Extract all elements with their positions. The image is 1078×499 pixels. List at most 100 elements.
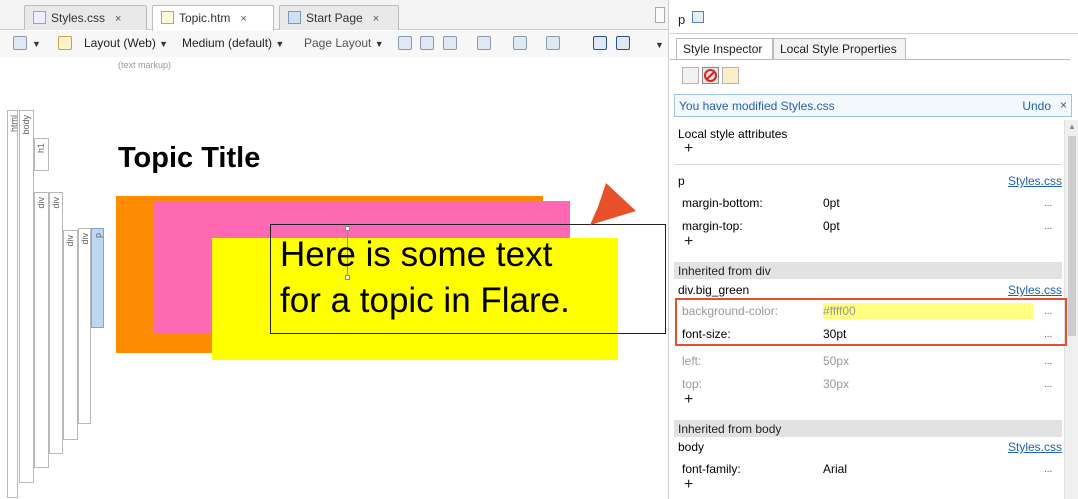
tabs-divider — [670, 59, 1070, 60]
structure-bar-div[interactable]: div — [63, 230, 78, 440]
prop-more-button[interactable]: ... — [1044, 198, 1052, 209]
prop-value[interactable]: Arial — [823, 462, 847, 476]
prop-more-button[interactable]: ... — [1044, 379, 1052, 390]
add-local-style-button[interactable]: + — [684, 140, 693, 158]
layout-icon[interactable] — [58, 36, 72, 50]
toolbar-button-7[interactable] — [593, 36, 607, 50]
divider — [674, 164, 1062, 165]
toolbar-button-6[interactable] — [546, 36, 560, 50]
structure-bar-label: div — [80, 233, 90, 245]
tab-style-inspector[interactable]: Style Inspector — [676, 38, 773, 60]
toolbar-button-2[interactable] — [420, 36, 434, 50]
start-page-icon — [288, 11, 301, 24]
structure-bar-html[interactable]: html — [7, 110, 19, 498]
tab-htm-icon — [161, 11, 174, 24]
prop-name: margin-bottom: — [682, 196, 763, 210]
close-icon[interactable]: × — [373, 13, 379, 25]
prop-more-button[interactable]: ... — [1044, 329, 1052, 340]
document-tab-bar: Styles.css × Topic.htm × Start Page × — [0, 0, 668, 31]
toolbar-button-1[interactable] — [398, 36, 412, 50]
toolbar-overflow[interactable]: ▼ — [655, 40, 664, 50]
structure-bar-body[interactable]: body — [19, 110, 34, 483]
toolbar-button-4[interactable] — [477, 36, 491, 50]
paragraph-line: Here is some text — [280, 235, 553, 274]
prop-more-button[interactable]: ... — [1044, 221, 1052, 232]
edit-style-icon[interactable] — [722, 67, 739, 84]
scroll-thumb[interactable] — [1068, 136, 1076, 336]
structure-bar-div[interactable]: div — [78, 228, 91, 424]
page-layout-label: Page Layout — [304, 36, 372, 50]
tab-list-dropdown[interactable] — [655, 7, 665, 23]
close-icon[interactable]: × — [115, 13, 121, 25]
close-icon[interactable]: × — [240, 13, 246, 25]
prop-value[interactable]: 0pt — [823, 196, 840, 210]
tab-label: Topic.htm — [179, 11, 231, 25]
page-layout-dropdown[interactable]: Page Layout ▼ — [304, 36, 384, 50]
topic-editor: Styles.css × Topic.htm × Start Page × ▼ Lay… — [0, 0, 669, 499]
layout-dropdown[interactable]: Layout (Web) ▼ — [84, 36, 168, 50]
topic-title[interactable]: Topic Title — [118, 142, 260, 175]
structure-bar-label: body — [21, 115, 31, 135]
add-property-button[interactable]: + — [684, 391, 693, 409]
structure-bar-div[interactable]: div — [34, 192, 49, 468]
tab-styles-css[interactable]: Styles.css × — [24, 5, 147, 30]
toolbar-button-8[interactable] — [616, 36, 630, 50]
style-inspector-panel: p Style Inspector Local Style Properties… — [670, 0, 1078, 499]
layout-label: Layout (Web) — [84, 36, 156, 50]
add-property-button[interactable]: + — [684, 233, 693, 251]
structure-bar-h1[interactable]: h1 — [34, 138, 49, 171]
flare-arrow-icon — [590, 183, 636, 225]
prop-value[interactable]: #ffff00 — [823, 304, 856, 318]
prop-name: font-family: — [682, 462, 741, 476]
prop-value[interactable]: 50px — [823, 354, 849, 368]
rule-selector-body: body — [678, 440, 705, 454]
toolbar-button-5[interactable] — [513, 36, 527, 50]
structure-bar-label: h1 — [36, 143, 46, 154]
scroll-up-icon[interactable]: ▲ — [1068, 122, 1076, 131]
tab-local-style-properties[interactable]: Local Style Properties — [773, 38, 906, 60]
styles-css-link[interactable]: Styles.css — [1008, 283, 1062, 297]
search-icon[interactable] — [13, 36, 27, 50]
styles-css-link[interactable]: Styles.css — [1008, 174, 1062, 188]
inherited-from-div-header: Inherited from div — [674, 262, 1062, 279]
no-style-icon[interactable] — [702, 67, 719, 84]
local-style-header: Local style attributes — [678, 127, 788, 141]
inherited-from-body-header: Inherited from body — [674, 420, 1062, 437]
prop-value[interactable]: 30pt — [823, 327, 846, 341]
close-icon[interactable]: × — [1060, 98, 1067, 112]
prop-value[interactable]: 0pt — [823, 219, 840, 233]
prop-more-button[interactable]: ... — [1044, 356, 1052, 367]
paragraph-text[interactable]: Here is some text for a topic in Flare. — [280, 232, 570, 324]
paragraph-line: for a topic in Flare. — [280, 281, 570, 320]
tab-start-page[interactable]: Start Page × — [279, 5, 399, 30]
editor-toolbar: ▼ Layout (Web) ▼ Medium (default) ▼ Page… — [0, 31, 668, 57]
rule-selector-p: p — [678, 174, 685, 188]
panel-header: p — [670, 0, 1078, 34]
markup-hint: (text markup) — [118, 60, 172, 70]
structure-bar-div[interactable]: div — [49, 192, 63, 454]
rule-selector-div-big-green: div.big_green — [678, 283, 750, 297]
up-arrow-icon[interactable] — [692, 11, 704, 23]
medium-dropdown[interactable]: Medium (default) ▼ — [182, 36, 284, 50]
banner-text: You have modified Styles.css — [679, 99, 835, 113]
tab-label: Styles.css — [51, 11, 106, 25]
tab-topic-htm[interactable]: Topic.htm × — [152, 5, 274, 31]
medium-label: Medium (default) — [182, 36, 273, 50]
styles-css-link[interactable]: Styles.css — [1008, 440, 1062, 454]
new-style-icon[interactable] — [682, 67, 699, 84]
structure-bar-label: div — [36, 197, 46, 209]
chevron-down-icon[interactable]: ▼ — [32, 39, 41, 49]
toolbar-button-3[interactable] — [443, 36, 457, 50]
structure-bar-p[interactable]: p — [91, 228, 104, 328]
prop-name: left: — [682, 354, 702, 368]
modified-banner: You have modified Styles.css Undo × — [674, 94, 1072, 117]
prop-name: margin-top: — [682, 219, 743, 233]
structure-bar-label: div — [51, 197, 61, 209]
undo-link[interactable]: Undo — [1022, 99, 1051, 113]
prop-name: background-color: — [682, 304, 779, 318]
resize-handle[interactable] — [345, 226, 350, 231]
prop-value[interactable]: 30px — [823, 377, 849, 391]
prop-more-button[interactable]: ... — [1044, 464, 1052, 475]
prop-more-button[interactable]: ... — [1044, 306, 1052, 317]
add-property-button[interactable]: + — [684, 476, 693, 494]
